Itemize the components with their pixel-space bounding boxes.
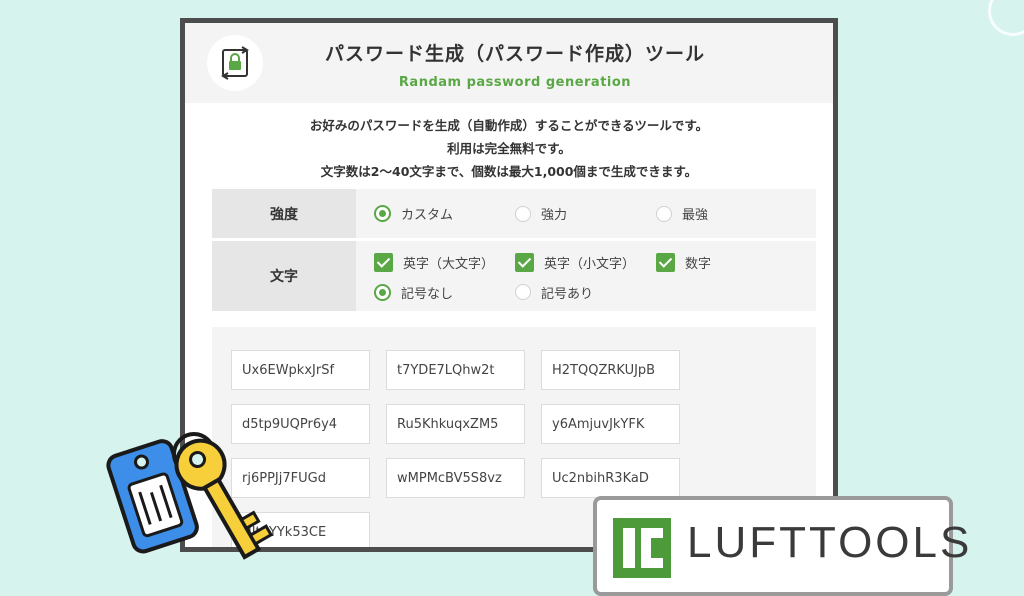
strength-option-custom[interactable]: カスタム xyxy=(374,204,515,223)
brand-badge: LUFTTOOLS xyxy=(593,496,969,596)
radio-icon[interactable] xyxy=(656,205,672,222)
password-field[interactable]: H2TQQZRKUJpB xyxy=(541,350,680,390)
checkbox-checked-icon[interactable] xyxy=(656,252,675,272)
password-field[interactable]: t7YDE7LQhw2t xyxy=(386,350,525,390)
lock-refresh-icon xyxy=(207,35,263,91)
radio-with-symbols[interactable]: 記号あり xyxy=(515,283,656,302)
characters-label: 文字 xyxy=(212,241,356,311)
radio-selected-icon[interactable] xyxy=(374,205,391,222)
option-label: カスタム xyxy=(401,208,454,223)
checkbox-digits[interactable]: 数字 xyxy=(656,252,797,272)
password-field[interactable]: y6AmjuvJkYFK xyxy=(541,404,680,444)
header: パスワード生成（パスワード作成）ツール Randam password gene… xyxy=(185,23,833,103)
option-label: 記号なし xyxy=(401,286,454,302)
checkbox-checked-icon[interactable] xyxy=(515,252,534,272)
description-line: お好みのパスワードを生成（自動作成）することができるツールです。 xyxy=(309,118,709,133)
password-field[interactable]: Uc2nbihR3KaD xyxy=(541,458,680,498)
password-field[interactable]: Ru5KhkuqxZM5 xyxy=(386,404,525,444)
corner-logo-icon xyxy=(988,0,1024,36)
description-line: 文字数は2〜40文字まで、個数は最大1,000個まで生成できます。 xyxy=(320,164,698,179)
checkbox-checked-icon[interactable] xyxy=(374,252,393,272)
characters-row: 文字 英字（大文字） 英字（小文字） 数字 記号なし 記号あり xyxy=(212,241,816,311)
brand-name: LUFTTOOLS xyxy=(687,518,973,567)
option-label: 最強 xyxy=(682,208,709,223)
option-label: 強力 xyxy=(541,208,568,223)
strength-row: 強度 カスタム 強力 最強 xyxy=(212,189,816,238)
lufttools-logo-icon xyxy=(613,518,671,582)
checkbox-uppercase[interactable]: 英字（大文字） xyxy=(374,252,515,272)
radio-icon[interactable] xyxy=(515,284,531,300)
radio-icon[interactable] xyxy=(515,205,531,222)
strength-option-strong[interactable]: 強力 xyxy=(515,204,656,223)
strength-label: 強度 xyxy=(212,189,356,238)
password-field[interactable]: Ux6EWpkxJrSf xyxy=(231,350,370,390)
strength-option-strongest[interactable]: 最強 xyxy=(656,204,797,223)
option-label: 数字 xyxy=(685,256,712,272)
radio-no-symbols[interactable]: 記号なし xyxy=(374,283,515,302)
options-table: 強度 カスタム 強力 最強 文字 英字（大文字） 英字（小文字） 数字 記号なし… xyxy=(212,189,816,314)
checkbox-lowercase[interactable]: 英字（小文字） xyxy=(515,252,656,272)
option-label: 英字（大文字） xyxy=(403,256,495,272)
radio-selected-icon[interactable] xyxy=(374,283,391,301)
description-line: 利用は完全無料です。 xyxy=(447,141,571,156)
description: お好みのパスワードを生成（自動作成）することができるツールです。 利用は完全無料… xyxy=(185,114,833,183)
page-title: パスワード生成（パスワード作成）ツール xyxy=(324,43,705,65)
option-label: 記号あり xyxy=(541,286,594,302)
password-field[interactable]: wMPMcBV5S8vz xyxy=(386,458,525,498)
option-label: 英字（小文字） xyxy=(544,256,636,272)
page-subtitle: Randam password generation xyxy=(398,75,632,90)
keys-icon xyxy=(104,420,284,580)
